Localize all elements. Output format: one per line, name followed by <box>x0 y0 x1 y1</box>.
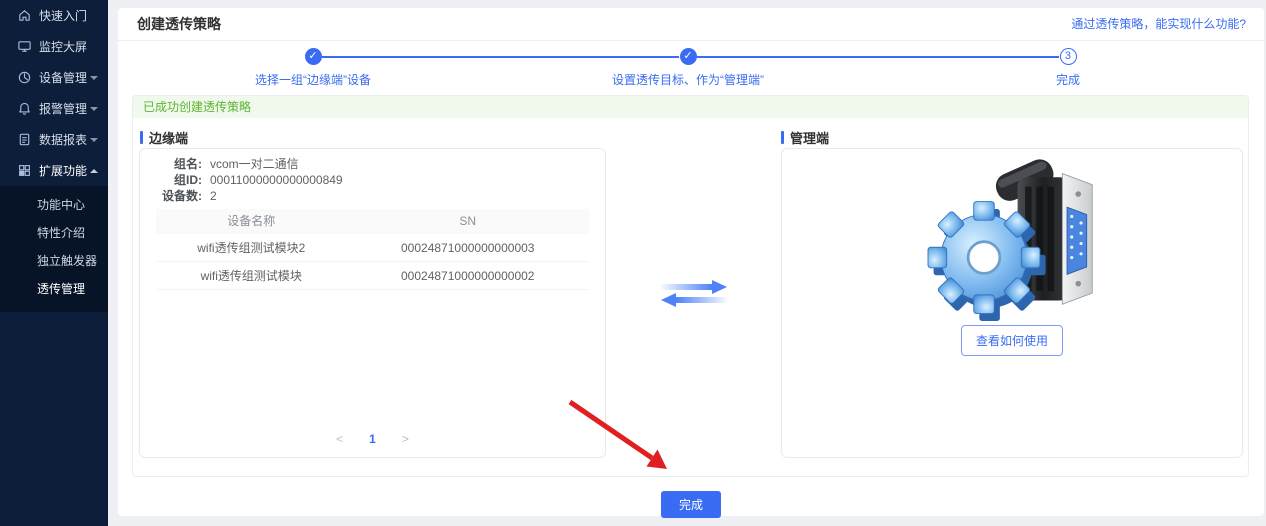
col-header-device-name: 设备名称 <box>156 209 347 234</box>
chevron-down-icon <box>90 76 98 80</box>
help-link[interactable]: 通过透传策略，能实现什么功能? <box>1071 8 1246 41</box>
edge-section-title: 边缘端 <box>140 128 188 147</box>
result-container: 已成功创建透传策略 边缘端 管理端 组名: vcom一对二通信 组ID: <box>132 95 1249 477</box>
sidebar-item-extensions[interactable]: 扩展功能 <box>0 155 108 186</box>
section-title-text: 边缘端 <box>149 128 188 147</box>
page-title: 创建透传策略 <box>137 8 221 41</box>
sidebar-item-label: 设备管理 <box>39 69 87 86</box>
table-header-row: 设备名称 SN <box>156 209 589 234</box>
sidebar-item-label: 快速入门 <box>39 7 87 24</box>
device-sn-cell: 00024871000000000003 <box>347 234 589 261</box>
how-to-use-button[interactable]: 查看如何使用 <box>961 325 1063 356</box>
field-label: 组名: <box>140 156 202 172</box>
step-2: ✓ 设置透传目标、作为“管理端” <box>612 48 764 88</box>
sidebar-item-monitor-screen[interactable]: 监控大屏 <box>0 31 108 62</box>
field-label: 组ID: <box>140 172 202 188</box>
transfer-arrows-icon <box>656 278 732 313</box>
extension-icon <box>16 163 32 179</box>
device-count-value: 2 <box>210 188 217 204</box>
chevron-down-icon <box>90 138 98 142</box>
card-header: 创建透传策略 通过透传策略，能实现什么功能? <box>118 8 1264 41</box>
device-name-cell: wifi透传组测试模块 <box>156 262 347 289</box>
sidebar-submenu: 功能中心 特性介绍 独立触发器 透传管理 <box>0 186 108 312</box>
home-icon <box>16 8 32 24</box>
step-check-icon: ✓ <box>305 48 322 65</box>
sidebar-subitem-independent-trigger[interactable]: 独立触发器 <box>0 247 108 275</box>
sidebar-item-label: 监控大屏 <box>39 38 87 55</box>
sidebar-item-label: 扩展功能 <box>39 162 87 179</box>
group-name-row: 组名: vcom一对二通信 <box>140 156 605 172</box>
step-3: 3 完成 <box>1056 48 1080 88</box>
finish-button[interactable]: 完成 <box>661 491 721 518</box>
sidebar-item-alarm-management[interactable]: 报警管理 <box>0 93 108 124</box>
step-1: ✓ 选择一组“边缘端”设备 <box>255 48 371 88</box>
section-title-text: 管理端 <box>790 128 829 147</box>
sidebar-item-label: 报警管理 <box>39 100 87 117</box>
group-id-row: 组ID: 00011000000000000849 <box>140 172 605 188</box>
chevron-down-icon <box>90 107 98 111</box>
sidebar-subitem-feature-intro[interactable]: 特性介绍 <box>0 219 108 247</box>
section-bar <box>781 131 784 144</box>
step-label: 选择一组“边缘端”设备 <box>255 71 371 88</box>
table-row: wifi透传组测试模块2 00024871000000000003 <box>156 234 589 262</box>
step-label: 完成 <box>1056 71 1080 88</box>
section-bar <box>140 131 143 144</box>
group-id-value: 00011000000000000849 <box>210 172 343 188</box>
sidebar-item-label: 数据报表 <box>39 131 87 148</box>
monitor-icon <box>16 39 32 55</box>
step-number: 3 <box>1059 48 1076 65</box>
sidebar-subitem-function-center[interactable]: 功能中心 <box>0 191 108 219</box>
device-name-cell: wifi透传组测试模块2 <box>156 234 347 261</box>
chevron-up-icon <box>90 169 98 173</box>
success-alert: 已成功创建透传策略 <box>133 96 1248 118</box>
bell-icon <box>16 101 32 117</box>
manage-panel: 查看如何使用 <box>781 148 1243 458</box>
device-icon <box>16 70 32 86</box>
gear-serial-connector-illustration <box>905 153 1119 326</box>
pagination-prev[interactable]: < <box>336 432 343 446</box>
device-count-row: 设备数: 2 <box>140 188 605 204</box>
manage-section-title: 管理端 <box>781 128 829 147</box>
sidebar-subitem-passthrough-management[interactable]: 透传管理 <box>0 275 108 303</box>
sidebar-item-device-management[interactable]: 设备管理 <box>0 62 108 93</box>
sidebar: 快速入门 监控大屏 设备管理 报警管理 数据报表 <box>0 0 108 526</box>
pagination-page-1[interactable]: 1 <box>369 432 376 446</box>
step-label: 设置透传目标、作为“管理端” <box>612 71 764 88</box>
device-table: 设备名称 SN wifi透传组测试模块2 0002487100000000000… <box>156 209 589 290</box>
group-info: 组名: vcom一对二通信 组ID: 00011000000000000849 … <box>140 156 605 204</box>
field-label: 设备数: <box>140 188 202 204</box>
col-header-sn: SN <box>347 209 589 234</box>
pagination: < 1 > <box>140 432 605 446</box>
sidebar-item-data-report[interactable]: 数据报表 <box>0 124 108 155</box>
group-name-value: vcom一对二通信 <box>210 156 299 172</box>
sidebar-item-quick-start[interactable]: 快速入门 <box>0 0 108 31</box>
table-row: wifi透传组测试模块 00024871000000000002 <box>156 262 589 290</box>
report-icon <box>16 132 32 148</box>
pagination-next[interactable]: > <box>402 432 409 446</box>
stepper: ✓ 选择一组“边缘端”设备 ✓ 设置透传目标、作为“管理端” 3 完成 <box>118 41 1264 89</box>
content-card: 创建透传策略 通过透传策略，能实现什么功能? ✓ 选择一组“边缘端”设备 ✓ 设… <box>118 8 1264 516</box>
device-sn-cell: 00024871000000000002 <box>347 262 589 289</box>
step-check-icon: ✓ <box>680 48 697 65</box>
edge-panel: 组名: vcom一对二通信 组ID: 00011000000000000849 … <box>139 148 606 458</box>
